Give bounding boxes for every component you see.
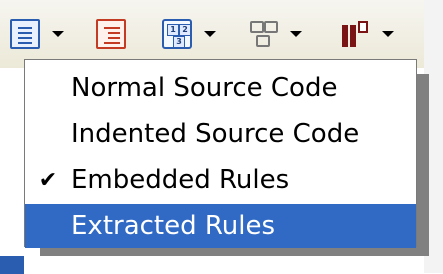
chevron-down-icon[interactable] <box>204 31 216 37</box>
indented-source-button[interactable] <box>96 12 126 56</box>
toolbar: 1 2 3 <box>0 0 424 68</box>
diagram-button[interactable] <box>248 12 302 56</box>
screenshot-frame: 1 2 3 Normal Source Code Indented Source… <box>0 0 443 274</box>
menu-item-embedded-rules[interactable]: ✔ Embedded Rules <box>25 158 416 202</box>
menu-item-normal-source-code[interactable]: Normal Source Code <box>25 66 416 110</box>
menu-item-label: Normal Source Code <box>71 73 338 103</box>
view-mode-menu: Normal Source Code Indented Source Code … <box>24 59 417 248</box>
code-layout-button[interactable]: 1 2 3 <box>162 12 216 56</box>
selection-fragment <box>0 256 24 274</box>
ui-designer-icon <box>340 19 370 49</box>
chevron-down-icon[interactable] <box>52 31 64 37</box>
diagram-icon <box>248 19 278 49</box>
menu-item-indented-source-code[interactable]: Indented Source Code <box>25 112 416 156</box>
chevron-down-icon[interactable] <box>382 31 394 37</box>
chevron-down-icon[interactable] <box>290 31 302 37</box>
menu-item-label: Extracted Rules <box>71 211 276 241</box>
source-view-icon <box>10 19 40 49</box>
ui-designer-button[interactable] <box>340 12 394 56</box>
indented-source-icon <box>96 19 126 49</box>
menu-item-extracted-rules[interactable]: Extracted Rules <box>25 204 416 248</box>
menu-item-label: Embedded Rules <box>71 165 290 195</box>
source-view-button[interactable] <box>10 12 64 56</box>
code-layout-icon: 1 2 3 <box>162 19 192 49</box>
menu-item-label: Indented Source Code <box>71 119 360 149</box>
check-icon: ✔ <box>38 167 58 193</box>
